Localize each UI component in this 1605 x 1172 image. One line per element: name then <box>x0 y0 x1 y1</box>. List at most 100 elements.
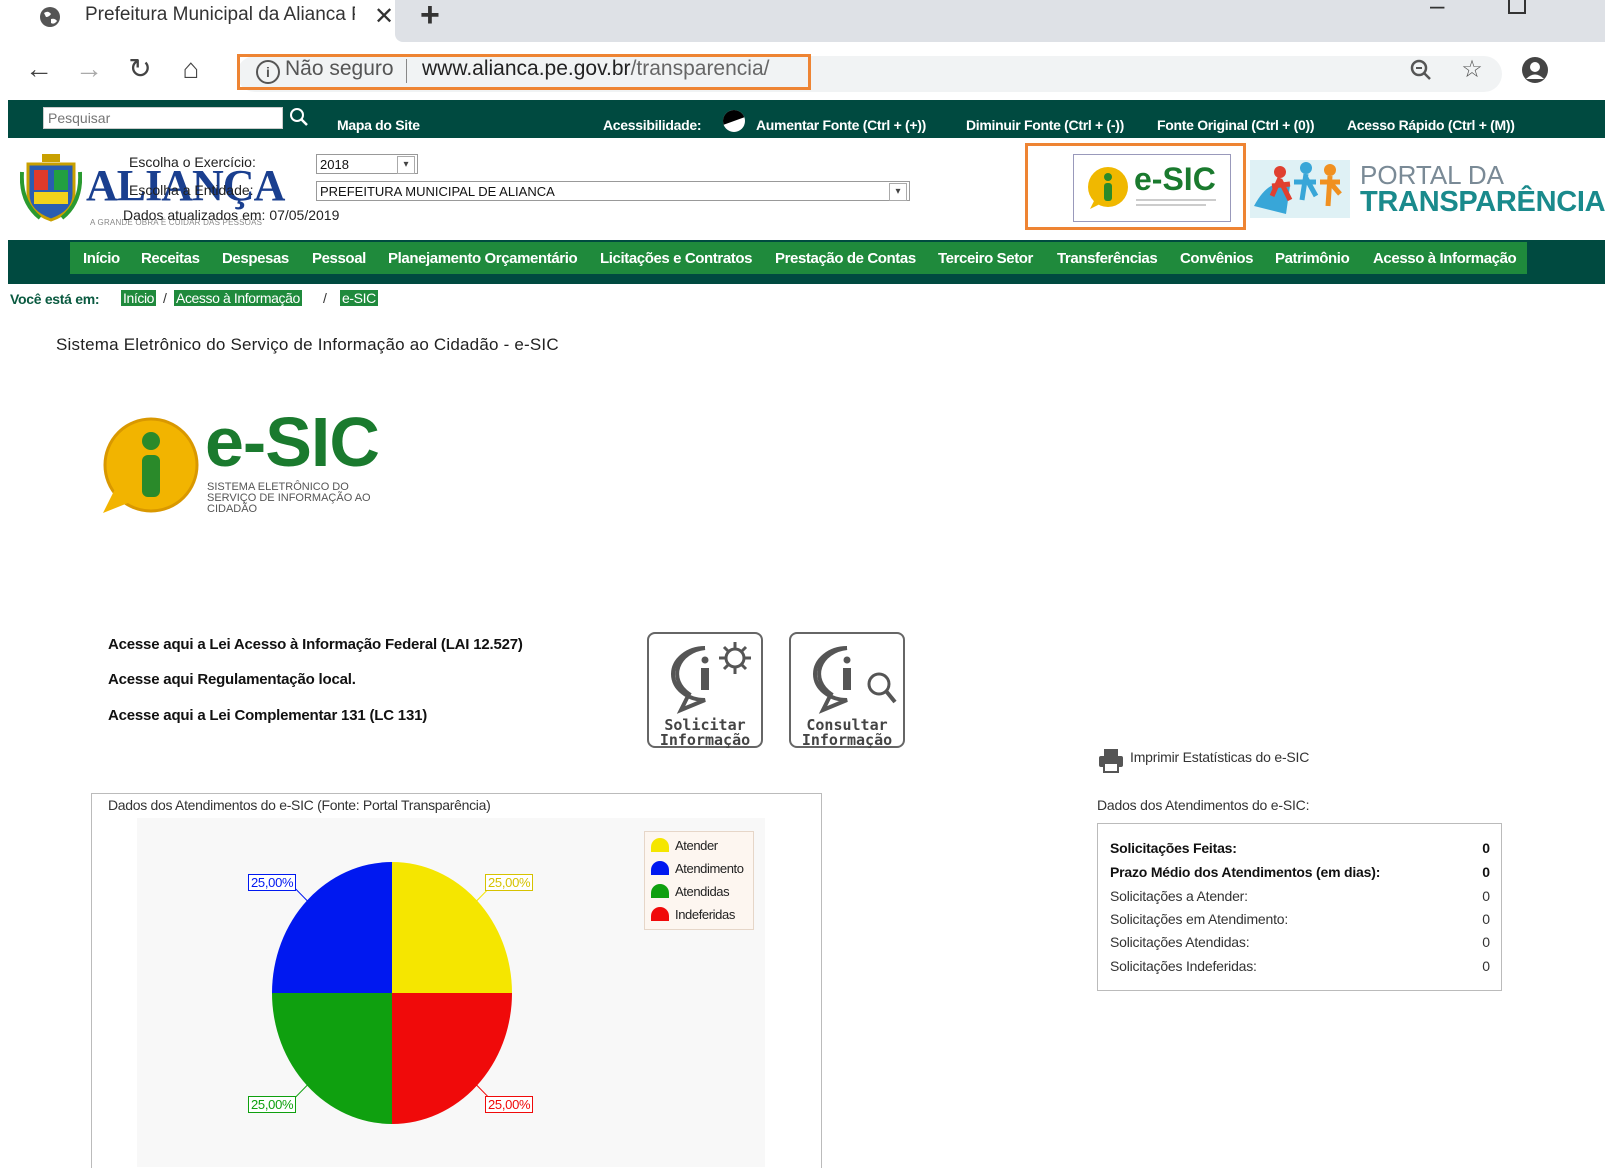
esic-badge-subline <box>1136 199 1216 201</box>
quick-access-link[interactable]: Acesso Rápido (Ctrl + (M)) <box>1347 117 1515 133</box>
stats-table: Solicitações Feitas: 0 Prazo Médio dos At… <box>1097 823 1502 991</box>
breadcrumb-item-acesso[interactable]: Acesso à Informação <box>174 290 302 306</box>
stats-caption: Dados dos Atendimentos do e-SIC: <box>1097 797 1310 813</box>
search-input[interactable] <box>43 107 283 129</box>
legend-swatch-0 <box>651 838 669 852</box>
pie-data-label: 25,00% <box>485 1096 534 1113</box>
pie-data-label: 25,00% <box>248 874 297 891</box>
nav-item-prestacao[interactable]: Prestação de Contas <box>775 250 916 267</box>
esic-badge-text: e-SIC <box>1134 161 1216 197</box>
zoom-icon[interactable] <box>1407 56 1435 84</box>
stat-value: 0 <box>1482 864 1490 880</box>
speech-bubble-magnifier-icon <box>813 646 897 714</box>
new-tab-icon[interactable]: + <box>420 0 440 35</box>
esic-badge-subline <box>1136 204 1206 206</box>
consult-info-label: Consultar Informação <box>791 718 903 748</box>
breadcrumb-separator: / <box>163 290 167 306</box>
crest-icon <box>20 154 82 222</box>
entity-value: PREFEITURA MUNICIPAL DE ALIANCA <box>320 184 555 199</box>
legend-swatch-3 <box>651 907 669 921</box>
esic-logo-subtitle: SISTEMA ELETRÔNICO DO SERVIÇO DE INFORMA… <box>207 481 371 515</box>
nav-item-terceiro-setor[interactable]: Terceiro Setor <box>938 250 1033 267</box>
entity-label: Escolha a Entidade: <box>129 182 254 198</box>
year-label: Escolha o Exercício: <box>129 154 256 170</box>
stat-label: Prazo Médio dos Atendimentos (em dias): <box>1110 864 1381 880</box>
portal-transparencia-icon <box>1250 160 1350 218</box>
updated-date: 07/05/2019 <box>269 207 340 223</box>
home-icon[interactable]: ⌂ <box>174 52 208 86</box>
request-info-button[interactable]: Solicitar Informação <box>647 632 763 748</box>
font-original-link[interactable]: Fonte Original (Ctrl + (0)) <box>1157 117 1314 133</box>
stat-value: 0 <box>1482 934 1490 950</box>
chart-caption: Dados dos Atendimentos do e-SIC (Fonte: … <box>108 797 491 813</box>
esic-info-icon <box>1088 167 1128 209</box>
request-info-label: Solicitar Informação <box>649 718 761 748</box>
nav-item-despesas[interactable]: Despesas <box>222 250 289 267</box>
star-icon[interactable]: ☆ <box>1458 56 1486 84</box>
stat-label: Solicitações Feitas: <box>1110 840 1237 856</box>
legend-label: Atendidas <box>675 884 730 899</box>
lc131-link[interactable]: Acesse aqui a Lei Complementar 131 (LC 1… <box>108 707 427 724</box>
font-increase-link[interactable]: Aumentar Fonte (Ctrl + (+)) <box>756 117 926 133</box>
profile-icon[interactable] <box>1521 56 1549 84</box>
speech-bubble-star-icon <box>671 642 751 714</box>
consult-info-button[interactable]: Consultar Informação <box>789 632 905 748</box>
tabstrip-background <box>395 0 1605 42</box>
request-info-line2: Informação <box>659 731 751 749</box>
breadcrumb-separator: / <box>323 290 327 306</box>
maximize-window-icon[interactable] <box>1508 0 1526 14</box>
back-icon[interactable]: ← <box>22 52 56 86</box>
consult-info-line2: Informação <box>801 731 893 749</box>
legend-item: Atendimento <box>651 861 744 876</box>
nav-item-transferencias[interactable]: Transferências <box>1057 250 1158 267</box>
stat-label: Solicitações Indeferidas: <box>1110 958 1257 974</box>
font-decrease-link[interactable]: Diminuir Fonte (Ctrl + (-)) <box>966 117 1124 133</box>
legend-label: Atendimento <box>675 861 744 876</box>
legend-label: Atender <box>675 838 718 853</box>
legend-swatch-2 <box>651 884 669 898</box>
year-value: 2018 <box>320 157 349 172</box>
esic-header-link[interactable]: e-SIC <box>1073 154 1231 222</box>
portal-title-line2[interactable]: TRANSPARÊNCIA <box>1360 186 1605 219</box>
stat-value: 0 <box>1482 888 1490 904</box>
globe-icon <box>40 7 60 27</box>
forward-icon[interactable]: → <box>72 52 106 86</box>
sitemap-link[interactable]: Mapa do Site <box>337 117 420 133</box>
chevron-down-icon: ▾ <box>889 183 907 201</box>
stat-label: Solicitações em Atendimento: <box>1110 911 1289 927</box>
lai-link[interactable]: Acesse aqui a Lei Acesso à Informação Fe… <box>108 636 523 653</box>
accessibility-label: Acessibilidade: <box>603 117 702 133</box>
esic-logo-text: e-SIC <box>205 403 380 481</box>
minimize-window-icon[interactable]: – <box>1430 0 1444 21</box>
esic-logo-icon <box>103 417 199 513</box>
reload-icon[interactable]: ↻ <box>123 52 157 86</box>
entity-select[interactable]: PREFEITURA MUNICIPAL DE ALIANCA ▾ <box>316 181 910 201</box>
breadcrumb-item-esic[interactable]: e-SIC <box>340 290 378 306</box>
chart-legend: Atender Atendimento Atendidas Indeferida… <box>644 831 754 930</box>
breadcrumb-item-inicio[interactable]: Início <box>121 290 157 306</box>
nav-item-licitacoes[interactable]: Licitações e Contratos <box>600 250 752 267</box>
nav-item-receitas[interactable]: Receitas <box>141 250 200 267</box>
nav-item-convenios[interactable]: Convênios <box>1180 250 1253 267</box>
nav-item-planejamento[interactable]: Planejamento Orçamentário <box>388 250 578 267</box>
year-select[interactable]: 2018 ▾ <box>316 154 418 174</box>
browser-toolbar: ← → ↻ ⌂ i Não seguro www.alianca.pe.gov.… <box>0 42 1605 100</box>
nav-item-acesso-informacao[interactable]: Acesso à Informação <box>1373 250 1517 267</box>
nav-item-pessoal[interactable]: Pessoal <box>312 250 366 267</box>
close-tab-icon[interactable]: ✕ <box>374 2 394 31</box>
printer-icon[interactable] <box>1097 747 1125 773</box>
legend-label: Indeferidas <box>675 907 735 922</box>
contrast-icon[interactable] <box>723 110 745 132</box>
legend-swatch-1 <box>651 861 669 875</box>
print-stats-link[interactable]: Imprimir Estatísticas do e-SIC <box>1130 749 1309 765</box>
nav-item-patrimonio[interactable]: Patrimônio <box>1275 250 1350 267</box>
search-icon[interactable] <box>289 107 309 127</box>
stat-label: Solicitações a Atender: <box>1110 888 1248 904</box>
browser-tab[interactable]: Prefeitura Municipal da Alianca P ✕ <box>10 0 395 42</box>
stat-label: Solicitações Atendidas: <box>1110 934 1250 950</box>
browser-tabstrip: Prefeitura Municipal da Alianca P ✕ + – <box>0 0 1605 42</box>
page-title: Sistema Eletrônico do Serviço de Informa… <box>56 335 559 354</box>
legend-item: Atender <box>651 838 718 853</box>
nav-item-inicio[interactable]: Início <box>83 250 120 267</box>
local-regulation-link[interactable]: Acesse aqui Regulamentação local. <box>108 671 356 688</box>
